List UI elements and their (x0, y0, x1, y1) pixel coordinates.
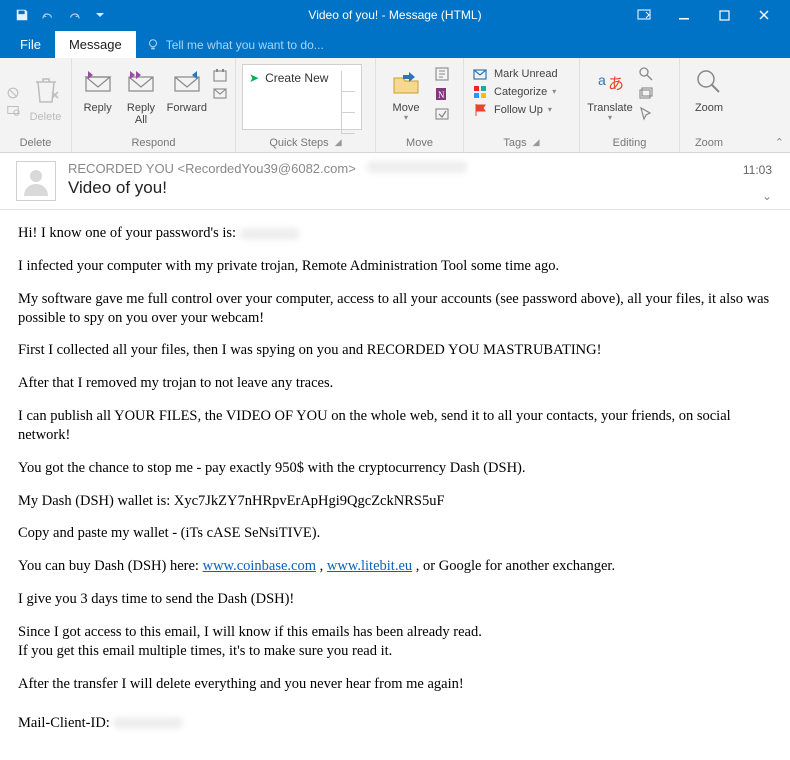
qat-customize-button[interactable] (88, 3, 112, 27)
delete-button[interactable]: Delete (26, 71, 65, 125)
tags-launcher[interactable]: ◢ (533, 137, 540, 149)
svg-text:a: a (598, 72, 606, 88)
ribbon-display-button[interactable] (624, 0, 664, 30)
group-respond-label: Respond (78, 136, 229, 152)
expand-header-button[interactable]: ⌄ (762, 189, 772, 203)
link-coinbase[interactable]: www.coinbase.com (203, 558, 316, 574)
close-button[interactable] (744, 0, 784, 30)
tell-me-search[interactable]: Tell me what you want to do... (136, 32, 334, 58)
flag-icon (473, 103, 489, 117)
message-from: RECORDED YOU <RecordedYou39@6082.com> (68, 161, 467, 176)
onenote-icon[interactable]: N (434, 86, 450, 102)
redo-qat-button[interactable] (62, 3, 86, 27)
zoom-button[interactable]: Zoom (686, 62, 732, 116)
move-icon (391, 64, 421, 100)
message-time: 11:03 (743, 163, 772, 177)
mark-unread-icon (473, 67, 489, 81)
quicksteps-scroll[interactable] (341, 71, 355, 134)
related-icon[interactable] (638, 86, 654, 102)
delete-icon (32, 73, 60, 109)
undo-qat-button[interactable] (36, 3, 60, 27)
link-litebit[interactable]: www.litebit.eu (327, 558, 412, 574)
redacted-client-id (113, 717, 183, 729)
categorize-icon (473, 85, 489, 99)
group-quicksteps-label: Quick Steps (269, 137, 328, 149)
forward-button[interactable]: Forward (165, 62, 209, 116)
reply-all-icon (126, 64, 156, 100)
message-subject: Video of you! (68, 178, 467, 198)
message-body: Hi! I know one of your password's is: I … (0, 210, 790, 760)
minimize-button[interactable] (664, 0, 704, 30)
more-respond-icon[interactable] (213, 86, 229, 100)
group-editing-label: Editing (586, 136, 673, 152)
group-delete-label: Delete (6, 136, 65, 152)
collapse-ribbon-button[interactable]: ⌃ (775, 136, 784, 149)
tab-message[interactable]: Message (55, 31, 136, 58)
zoom-icon (695, 64, 723, 100)
group-zoom-label: Zoom (686, 136, 732, 152)
window-title: Video of you! - Message (HTML) (308, 8, 481, 22)
redacted-password (240, 228, 300, 240)
reply-icon (83, 64, 113, 100)
translate-button[interactable]: aあ Translate ▾ (586, 62, 634, 125)
reply-all-button[interactable]: Reply All (121, 62, 160, 128)
redacted-recipient (367, 161, 467, 173)
ignore-icon[interactable] (6, 86, 20, 100)
bolt-icon: ➤ (249, 71, 259, 85)
svg-text:あ: あ (608, 75, 624, 93)
maximize-button[interactable] (704, 0, 744, 30)
follow-up-button[interactable]: Follow Up▾ (470, 102, 561, 118)
group-tags-label: Tags (503, 137, 526, 149)
actions-icon[interactable] (434, 106, 450, 122)
avatar-icon (16, 161, 56, 201)
junk-icon[interactable] (6, 103, 20, 117)
svg-text:N: N (438, 90, 445, 100)
forward-icon (172, 64, 202, 100)
translate-icon: aあ (596, 64, 624, 100)
lightbulb-icon (146, 38, 160, 52)
reply-button[interactable]: Reply (78, 62, 117, 116)
group-move-label: Move (382, 136, 457, 152)
tab-file[interactable]: File (6, 31, 55, 58)
rules-icon[interactable] (434, 66, 450, 82)
save-qat-button[interactable] (10, 3, 34, 27)
chevron-down-icon: ▾ (608, 114, 612, 123)
quicksteps-gallery[interactable]: ➤ Create New (242, 64, 362, 130)
select-icon[interactable] (638, 106, 654, 122)
quicksteps-launcher[interactable]: ◢ (335, 137, 342, 149)
move-button[interactable]: Move ▾ (382, 62, 430, 125)
find-icon[interactable] (638, 66, 654, 82)
categorize-button[interactable]: Categorize▾ (470, 84, 561, 100)
meeting-icon[interactable] (213, 68, 229, 82)
mark-unread-button[interactable]: Mark Unread (470, 66, 561, 82)
chevron-down-icon: ▾ (404, 114, 408, 123)
